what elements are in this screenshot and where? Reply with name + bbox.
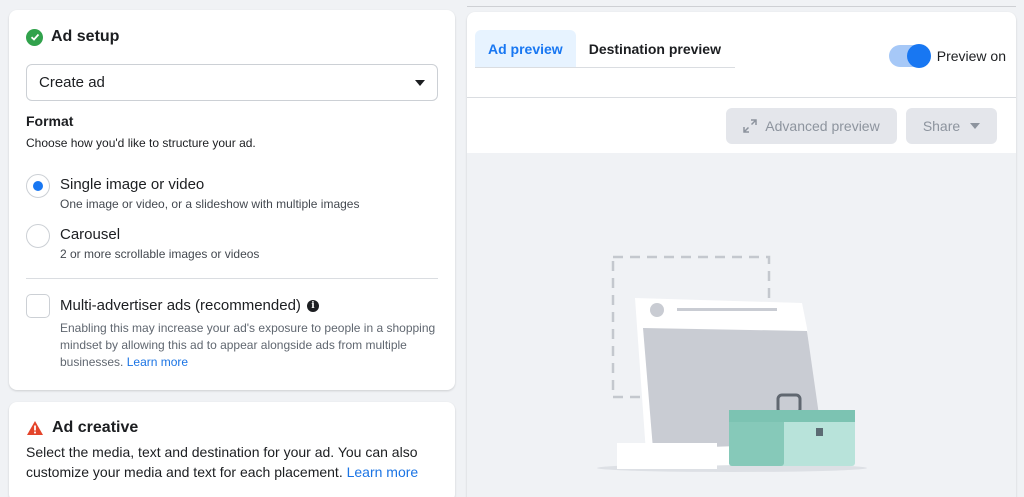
ad-setup-heading: Ad setup <box>26 28 119 46</box>
single-option-desc: One image or video, or a slideshow with … <box>60 197 360 211</box>
preview-card: Ad preview Destination preview Preview o… <box>467 12 1016 497</box>
carousel-radio[interactable] <box>26 224 50 248</box>
format-label: Format <box>26 113 74 129</box>
preview-toggle-label: Preview on <box>936 48 1006 64</box>
section-divider <box>26 278 438 279</box>
multi-advertiser-checkbox[interactable] <box>26 294 50 318</box>
tab-destination-preview[interactable]: Destination preview <box>576 30 734 67</box>
single-option-title: Single image or video <box>60 176 205 193</box>
info-icon[interactable]: i <box>306 299 319 312</box>
multi-advertiser-desc-text: Enabling this may increase your ad's exp… <box>60 321 436 369</box>
multi-advertiser-desc: Enabling this may increase your ad's exp… <box>60 320 440 371</box>
chevron-down-icon <box>415 79 425 86</box>
creative-learn-more-link[interactable]: Learn more <box>347 464 419 480</box>
ad-type-select[interactable]: Create ad <box>26 64 438 101</box>
ad-creative-heading: Ad creative <box>26 419 138 437</box>
share-button[interactable]: Share <box>906 108 997 144</box>
ad-setup-card: Ad setup Create ad Format Choose how you… <box>9 10 455 390</box>
format-subtitle: Choose how you'd like to structure your … <box>26 136 256 150</box>
tab-ad-preview[interactable]: Ad preview <box>475 30 576 67</box>
single-radio[interactable] <box>26 174 50 198</box>
ad-creative-desc: Select the media, text and destination f… <box>26 442 446 482</box>
radio-selected-dot <box>33 181 43 191</box>
advanced-preview-label: Advanced preview <box>765 118 880 134</box>
warning-icon <box>27 421 43 435</box>
toggle-knob <box>906 44 931 68</box>
ad-creative-card: Ad creative Select the media, text and d… <box>9 402 455 497</box>
multi-advertiser-title: Multi-advertiser ads (recommended) <box>60 297 301 314</box>
ad-setup-title: Ad setup <box>51 28 120 45</box>
ad-type-select-value: Create ad <box>39 74 105 91</box>
expand-icon <box>743 119 758 133</box>
preview-toggle[interactable] <box>888 44 931 68</box>
ad-creative-title: Ad creative <box>52 419 139 436</box>
preview-tabs: Ad preview Destination preview <box>475 30 735 68</box>
preview-toggle-group: Preview on <box>888 44 1006 68</box>
empty-preview-illustration <box>597 255 867 472</box>
carousel-option-title: Carousel <box>60 226 121 243</box>
share-label: Share <box>922 118 961 134</box>
format-option-single[interactable]: Single image or video One image or video… <box>26 174 359 211</box>
advanced-preview-button[interactable]: Advanced preview <box>726 108 897 144</box>
carousel-option-desc: 2 or more scrollable images or videos <box>60 247 260 261</box>
multi-advertiser-option[interactable]: Multi-advertiser ads (recommended) i Ena… <box>26 294 440 371</box>
preview-canvas <box>467 153 1016 497</box>
learn-more-link[interactable]: Learn more <box>127 355 188 369</box>
top-divider <box>467 6 1016 7</box>
format-option-carousel[interactable]: Carousel 2 or more scrollable images or … <box>26 224 259 261</box>
multi-advertiser-title-row: Multi-advertiser ads (recommended) i <box>60 297 440 314</box>
caret-down-icon <box>970 123 981 129</box>
check-circle-icon <box>26 28 43 46</box>
preview-area: Advanced preview Share <box>467 97 1016 497</box>
